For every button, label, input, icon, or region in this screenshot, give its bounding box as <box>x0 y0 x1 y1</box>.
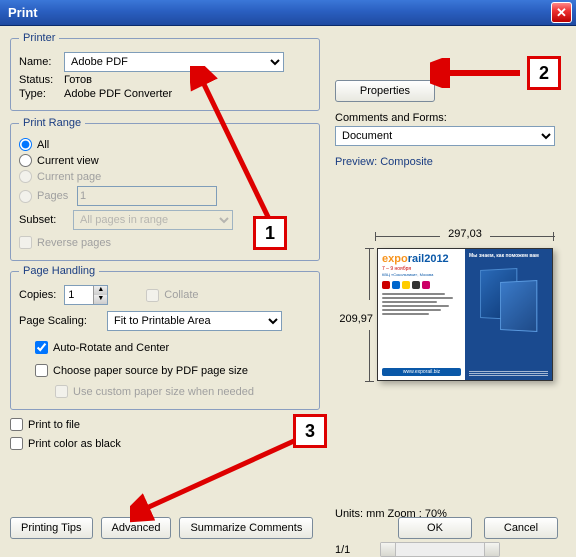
status-value: Готов <box>64 74 92 86</box>
range-currentview-label: Current view <box>37 155 99 167</box>
range-all-label: All <box>37 139 49 151</box>
annotation-box-2: 2 <box>527 56 561 90</box>
printer-legend: Printer <box>19 32 59 44</box>
range-currentview-radio[interactable] <box>19 154 32 167</box>
copies-label: Copies: <box>19 289 56 301</box>
comments-label: Comments and Forms: <box>335 112 560 124</box>
page-handling-group: Page Handling Copies: ▲ ▼ Collate Page S… <box>10 265 320 410</box>
autorotate-check[interactable] <box>35 341 48 354</box>
reverse-pages-label: Reverse pages <box>37 237 111 249</box>
preview-title: Preview: Composite <box>335 156 560 168</box>
ok-button[interactable]: OK <box>398 517 472 539</box>
spinner-up-icon[interactable]: ▲ <box>93 286 107 295</box>
scaling-label: Page Scaling: <box>19 315 99 327</box>
type-label: Type: <box>19 88 64 100</box>
range-pages-label: Pages <box>37 190 77 202</box>
printer-group: Printer Name: Adobe PDF Status: Готов Ty… <box>10 32 320 111</box>
preview-box: 297,03 209,97 exporail2012 7 – 9 ноября … <box>335 228 560 428</box>
summarize-comments-button[interactable]: Summarize Comments <box>179 517 313 539</box>
print-black-label: Print color as black <box>28 438 121 450</box>
page-indicator: 1/1 <box>335 544 350 556</box>
range-pages-input <box>77 186 217 206</box>
range-currentpage-radio <box>19 170 32 183</box>
range-all-radio[interactable] <box>19 138 32 151</box>
annotation-box-1: 1 <box>253 216 287 250</box>
printing-tips-button[interactable]: Printing Tips <box>10 517 93 539</box>
scaling-select[interactable]: Fit to Printable Area <box>107 311 282 331</box>
subset-select: All pages in range <box>73 210 233 230</box>
range-currentpage-label: Current page <box>37 171 101 183</box>
comments-select[interactable]: Document <box>335 126 555 146</box>
print-black-check[interactable] <box>10 437 23 450</box>
spinner-down-icon[interactable]: ▼ <box>93 295 107 304</box>
choose-source-check[interactable] <box>35 364 48 377</box>
print-to-file-check[interactable] <box>10 418 23 431</box>
preview-thumbnail: exporail2012 7 – 9 ноября КВЦ «Сокольник… <box>377 248 553 381</box>
handling-legend: Page Handling <box>19 265 99 277</box>
name-label: Name: <box>19 56 64 68</box>
status-label: Status: <box>19 74 64 86</box>
range-legend: Print Range <box>19 117 85 129</box>
collate-check <box>146 289 159 302</box>
preview-scrollbar[interactable] <box>380 542 500 557</box>
preview-height: 209,97 <box>339 313 373 325</box>
copies-spinner[interactable]: ▲ ▼ <box>64 285 108 305</box>
copies-input[interactable] <box>65 287 93 303</box>
close-button[interactable]: ✕ <box>551 2 572 23</box>
autorotate-label: Auto-Rotate and Center <box>53 342 169 354</box>
cancel-button[interactable]: Cancel <box>484 517 558 539</box>
printer-name-select[interactable]: Adobe PDF <box>64 52 284 72</box>
window-title: Print <box>8 5 38 20</box>
preview-width: 297,03 <box>448 228 482 240</box>
collate-label: Collate <box>164 289 198 301</box>
reverse-pages-check <box>19 236 32 249</box>
advanced-button[interactable]: Advanced <box>101 517 172 539</box>
type-value: Adobe PDF Converter <box>64 88 172 100</box>
annotation-box-3: 3 <box>293 414 327 448</box>
custom-size-label: Use custom paper size when needed <box>73 386 254 398</box>
range-pages-radio <box>19 190 32 203</box>
thumb-logo: exporail2012 <box>382 253 461 265</box>
print-to-file-label: Print to file <box>28 419 80 431</box>
titlebar: Print ✕ <box>0 0 576 26</box>
subset-label: Subset: <box>19 214 67 226</box>
properties-button[interactable]: Properties <box>335 80 435 102</box>
choose-source-label: Choose paper source by PDF page size <box>53 365 248 377</box>
close-icon: ✕ <box>556 5 567 21</box>
custom-size-check <box>55 385 68 398</box>
